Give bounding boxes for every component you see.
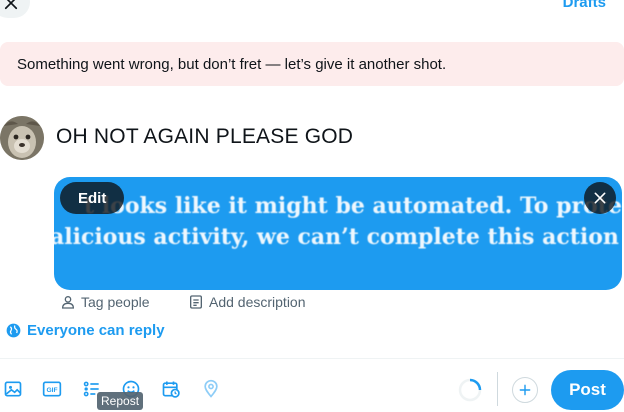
media-button[interactable] — [2, 378, 24, 400]
post-button[interactable]: Post — [551, 370, 624, 410]
document-icon — [190, 295, 202, 309]
person-icon — [61, 296, 75, 309]
character-count-ring — [458, 378, 482, 402]
image-text-line-2: alicious activity, we can’t complete thi… — [54, 224, 622, 250]
close-icon — [594, 192, 606, 204]
divider — [0, 358, 624, 359]
image-icon — [4, 381, 22, 397]
error-message: Something went wrong, but don’t fret — l… — [17, 55, 447, 73]
schedule-button[interactable] — [160, 378, 182, 400]
tweet-text-input[interactable]: OH NOT AGAIN PLEASE GOD — [56, 125, 353, 149]
close-composer-button[interactable] — [0, 0, 30, 18]
globe-icon — [6, 323, 21, 338]
add-description-button[interactable]: Add description — [188, 294, 306, 310]
drafts-button[interactable]: Drafts — [563, 0, 606, 11]
reply-setting-label: Everyone can reply — [27, 322, 165, 339]
avatar[interactable] — [0, 116, 44, 160]
location-icon — [204, 379, 218, 398]
location-button[interactable] — [200, 378, 222, 400]
add-post-button[interactable] — [512, 377, 538, 403]
tag-people-label: Tag people — [81, 294, 150, 310]
add-description-label: Add description — [209, 294, 306, 310]
error-banner: Something went wrong, but don’t fret — l… — [0, 42, 624, 86]
remove-media-button[interactable] — [584, 182, 616, 214]
image-text-line-1: t looks like it might be automated. To p… — [84, 193, 622, 219]
close-icon — [4, 0, 18, 10]
tooltip: Repost — [97, 392, 144, 410]
schedule-icon — [162, 381, 180, 398]
reply-setting-button[interactable]: Everyone can reply — [6, 322, 165, 339]
plus-icon — [519, 384, 531, 396]
tag-people-button[interactable]: Tag people — [60, 294, 150, 310]
svg-text:GIF: GIF — [46, 387, 57, 394]
gif-button[interactable]: GIF — [41, 378, 63, 400]
gif-icon: GIF — [42, 381, 62, 397]
edit-media-button[interactable]: Edit — [60, 182, 125, 214]
attached-image[interactable]: t looks like it might be automated. To p… — [54, 177, 622, 290]
separator — [497, 372, 498, 406]
